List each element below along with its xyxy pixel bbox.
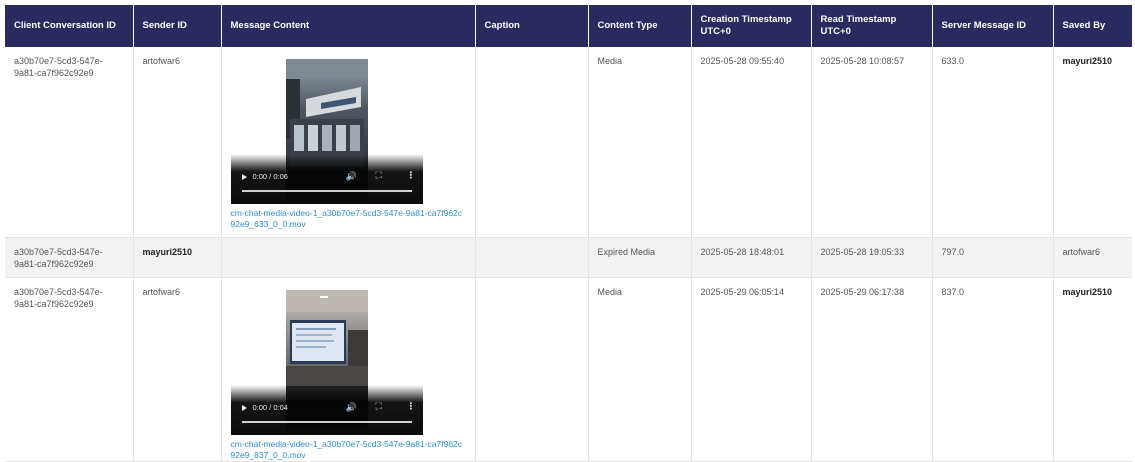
cell-creation-timestamp: 2025-05-29 06:05:14 [691,277,812,462]
col-header-label: Sender ID [142,20,187,31]
video-controls: 0:00 / 0:04 🔊 ⛶ ⋮ [230,384,423,435]
cell-sender-id: mayuri2510 [133,237,222,278]
cell-server-message-id: 797.0 [932,237,1054,278]
cell-message-content: 0:00 / 0:06 🔊 ⛶ ⋮ cm-chat-media-video-1_… [221,47,476,238]
col-header-sublabel: UTC+0 [820,26,851,37]
cell-saved-by: mayuri2510 [1053,277,1132,462]
cell-sender-id: artofwar6 [133,47,222,238]
cell-content-type: Media [588,47,692,238]
col-header-content-type[interactable]: Content Type [588,5,692,47]
volume-icon[interactable]: 🔊 [346,401,357,413]
fullscreen-icon[interactable]: ⛶ [376,169,382,181]
col-header-label: Message Content [230,20,310,31]
video-controls: 0:00 / 0:06 🔊 ⛶ ⋮ [230,154,423,204]
media-file-link[interactable]: cm-chat-media-video-1_a30b70e7-5cd3-547e… [231,439,466,461]
volume-icon[interactable]: 🔊 [346,170,357,182]
col-header-caption[interactable]: Caption [475,5,589,47]
table-row: a30b70e7-5cd3-547e-9a81-ca7f962c92e9 art… [5,47,1132,238]
more-options-icon[interactable]: ⋮ [407,400,416,412]
cell-content-type: Media [588,277,692,462]
play-icon[interactable] [241,404,247,411]
cell-read-timestamp: 2025-05-28 10:08:57 [811,47,933,238]
cell-client-conversation-id: a30b70e7-5cd3-547e-9a81-ca7f962c92e9 [5,47,134,238]
cell-saved-by: mayuri2510 [1053,47,1132,238]
col-header-label: Saved By [1062,20,1106,31]
messages-table: Client Conversation ID Sender ID Message… [5,5,1132,462]
col-header-label: Read Timestamp [820,14,897,25]
cell-creation-timestamp: 2025-05-28 09:55:40 [691,47,812,238]
media-file-link[interactable]: cm-chat-media-video-1_a30b70e7-5cd3-547e… [231,208,466,230]
table-header-row: Client Conversation ID Sender ID Message… [5,5,1132,47]
chat-messages-report: Client Conversation ID Sender ID Message… [5,5,1132,462]
col-header-sender-id[interactable]: Sender ID [133,5,222,47]
cell-message-content: 0:00 / 0:04 🔊 ⛶ ⋮ cm-chat-media-video-1_… [221,277,476,462]
more-options-icon[interactable]: ⋮ [407,169,416,181]
col-header-message-content[interactable]: Message Content [221,5,476,47]
cell-client-conversation-id: a30b70e7-5cd3-547e-9a81-ca7f962c92e9 [5,277,134,462]
video-progress-bar[interactable] [241,190,412,192]
fullscreen-icon[interactable]: ⛶ [376,400,382,412]
video-player[interactable]: 0:00 / 0:04 🔊 ⛶ ⋮ [230,289,423,435]
col-header-label: Client Conversation ID [14,20,116,31]
cell-caption [475,237,589,278]
video-time: 0:00 / 0:06 [252,172,288,181]
cell-server-message-id: 837.0 [932,277,1054,462]
cell-content-type: Expired Media [588,237,692,278]
table-row: a30b70e7-5cd3-547e-9a81-ca7f962c92e9 art… [5,277,1132,462]
cell-caption [475,277,589,462]
cell-read-timestamp: 2025-05-29 06:17:38 [811,277,933,462]
col-header-label: Server Message ID [941,20,1027,31]
col-header-read-timestamp[interactable]: Read Timestamp UTC+0 [811,5,933,47]
col-header-label: Creation Timestamp [700,14,792,25]
cell-caption [475,47,589,238]
table-row: a30b70e7-5cd3-547e-9a81-ca7f962c92e9 may… [5,237,1132,278]
cell-client-conversation-id: a30b70e7-5cd3-547e-9a81-ca7f962c92e9 [5,237,134,278]
col-header-label: Caption [484,20,520,31]
cell-creation-timestamp: 2025-05-28 18:48:01 [691,237,812,278]
play-icon[interactable] [241,174,247,180]
video-progress-bar[interactable] [241,420,412,423]
col-header-sublabel: UTC+0 [700,26,731,37]
video-time: 0:00 / 0:04 [252,402,288,412]
col-header-server-message-id[interactable]: Server Message ID [932,5,1054,47]
cell-read-timestamp: 2025-05-28 19:05:33 [811,237,933,278]
col-header-label: Content Type [597,20,658,31]
video-player[interactable]: 0:00 / 0:06 🔊 ⛶ ⋮ [230,59,423,204]
cell-server-message-id: 633.0 [932,47,1054,238]
col-header-creation-timestamp[interactable]: Creation Timestamp UTC+0 [691,5,812,47]
cell-saved-by: artofwar6 [1053,237,1132,278]
col-header-saved-by[interactable]: Saved By [1053,5,1132,47]
cell-sender-id: artofwar6 [133,277,222,462]
col-header-client-conversation-id[interactable]: Client Conversation ID [5,5,134,47]
cell-message-content [221,237,476,278]
